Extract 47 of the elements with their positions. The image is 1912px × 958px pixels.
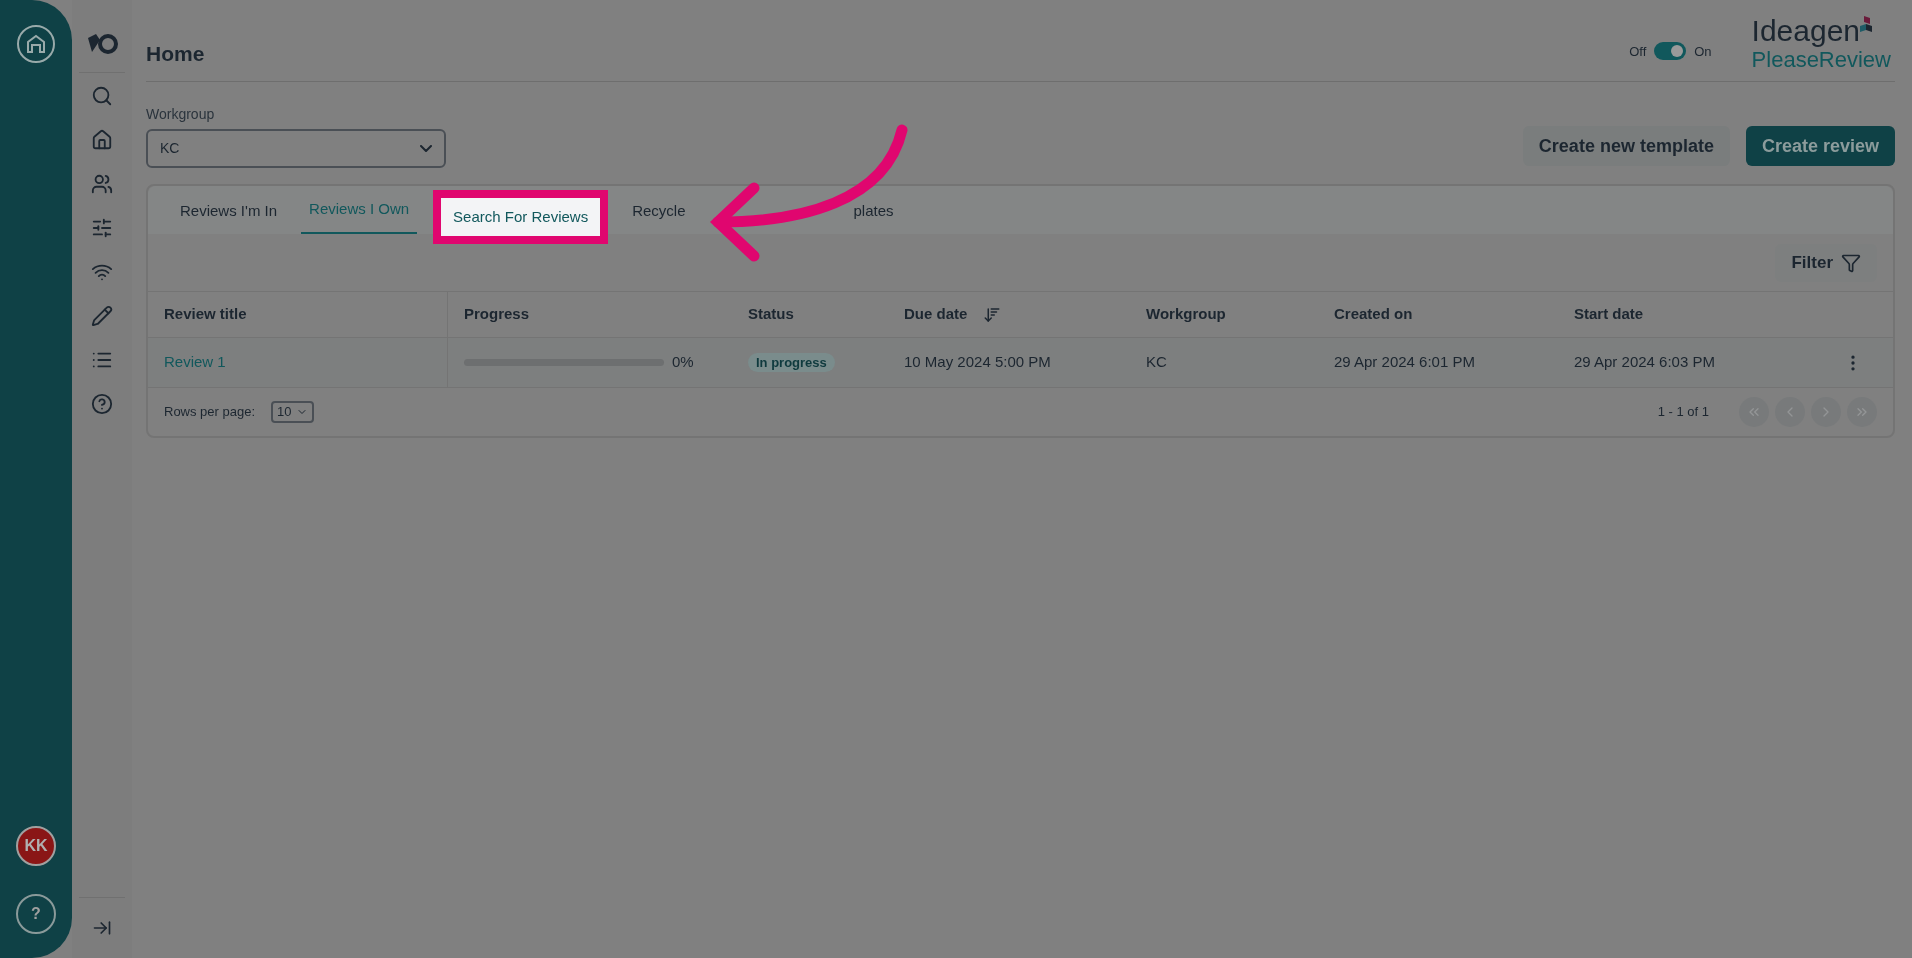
- sliders-icon[interactable]: [91, 217, 113, 239]
- review-link[interactable]: Review 1: [164, 351, 226, 374]
- rows-label: Rows per page:: [164, 403, 256, 422]
- template-button[interactable]: Create new template: [1522, 126, 1730, 166]
- column-header[interactable]: Due date: [904, 303, 968, 326]
- brand-logo-icon: [86, 32, 118, 56]
- chevron-down-icon: [420, 145, 432, 152]
- users-icon[interactable]: [91, 173, 113, 195]
- cube-logo-icon: [1860, 15, 1873, 32]
- table-cell: 10 May 2024 5:00 PM: [904, 353, 1051, 371]
- create-button[interactable]: Create review: [1745, 126, 1895, 166]
- page-title: Home: [146, 40, 205, 67]
- tab[interactable]: Reviews I'm In: [172, 199, 286, 234]
- rows-select[interactable]: 10: [271, 401, 314, 423]
- user-avatar[interactable]: KK: [16, 826, 56, 866]
- help-icon[interactable]: [91, 393, 113, 415]
- field-label: Workgroup: [146, 105, 216, 124]
- column-header: Start date: [1574, 304, 1644, 325]
- column-header: Created on: [1334, 304, 1413, 325]
- product-name: PleaseReview: [1751, 46, 1891, 73]
- progress-value: 0%: [672, 352, 694, 373]
- pencil-icon[interactable]: [91, 305, 113, 327]
- tab[interactable]: plates: [845, 199, 902, 234]
- home-logo-icon: [16, 24, 56, 64]
- sort-icon[interactable]: [983, 305, 1002, 324]
- table-cell: 29 Apr 2024 6:03 PM: [1574, 353, 1715, 371]
- column-header: Workgroup: [1146, 304, 1226, 325]
- column-header: Progress: [464, 304, 530, 325]
- home-icon[interactable]: [91, 129, 113, 151]
- filter-icon: [1841, 252, 1861, 273]
- table-cell: 29 Apr 2024 6:01 PM: [1334, 353, 1475, 371]
- tab[interactable]: Reviews I Own: [301, 197, 418, 234]
- table-cell: KC: [1146, 353, 1167, 371]
- brand-name: Ideagen: [1751, 15, 1861, 46]
- workgroup-select[interactable]: KC: [146, 129, 446, 168]
- column-header: Review title: [164, 304, 247, 325]
- tab[interactable]: Search For Reviews: [433, 189, 609, 244]
- help-button[interactable]: ?: [16, 894, 56, 934]
- toggle-label: Off: [1629, 42, 1647, 61]
- tab[interactable]: Recycle: [624, 199, 694, 234]
- expand-icon[interactable]: [92, 918, 112, 938]
- toggle-switch[interactable]: [1654, 42, 1687, 61]
- status-badge: In progress: [748, 353, 835, 373]
- column-header: Status: [748, 304, 794, 325]
- search-icon[interactable]: [91, 85, 113, 107]
- page-range: 1 - 1 of 1: [1657, 403, 1709, 422]
- toggle-label: On: [1694, 42, 1712, 61]
